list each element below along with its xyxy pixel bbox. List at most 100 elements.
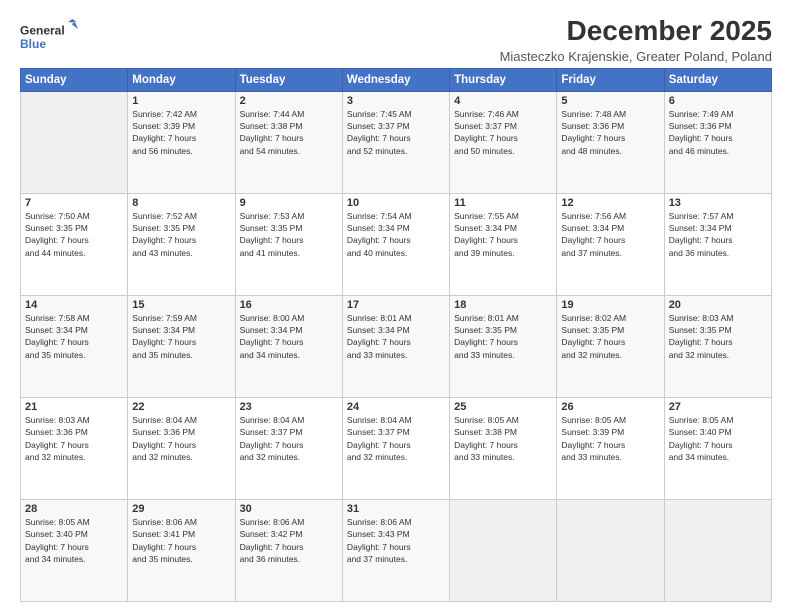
- location-title: Miasteczko Krajenskie, Greater Poland, P…: [500, 49, 772, 64]
- cell-content: Sunrise: 7:46 AM Sunset: 3:37 PM Dayligh…: [454, 108, 552, 157]
- cell-content: Sunrise: 7:45 AM Sunset: 3:37 PM Dayligh…: [347, 108, 445, 157]
- day-number: 8: [132, 197, 230, 209]
- cell-content: Sunrise: 8:01 AM Sunset: 3:34 PM Dayligh…: [347, 312, 445, 361]
- day-number: 24: [347, 401, 445, 413]
- cell-3-7: 20Sunrise: 8:03 AM Sunset: 3:35 PM Dayli…: [664, 295, 771, 397]
- svg-text:General: General: [20, 23, 65, 37]
- day-number: 10: [347, 197, 445, 209]
- cell-1-5: 4Sunrise: 7:46 AM Sunset: 3:37 PM Daylig…: [450, 91, 557, 193]
- day-number: 21: [25, 401, 123, 413]
- cell-content: Sunrise: 7:44 AM Sunset: 3:38 PM Dayligh…: [240, 108, 338, 157]
- cell-content: Sunrise: 8:02 AM Sunset: 3:35 PM Dayligh…: [561, 312, 659, 361]
- header-saturday: Saturday: [664, 68, 771, 91]
- cell-content: Sunrise: 8:00 AM Sunset: 3:34 PM Dayligh…: [240, 312, 338, 361]
- cell-5-3: 30Sunrise: 8:06 AM Sunset: 3:42 PM Dayli…: [235, 499, 342, 601]
- day-number: 16: [240, 299, 338, 311]
- cell-2-4: 10Sunrise: 7:54 AM Sunset: 3:34 PM Dayli…: [342, 193, 449, 295]
- cell-4-4: 24Sunrise: 8:04 AM Sunset: 3:37 PM Dayli…: [342, 397, 449, 499]
- cell-content: Sunrise: 8:05 AM Sunset: 3:39 PM Dayligh…: [561, 414, 659, 463]
- cell-3-1: 14Sunrise: 7:58 AM Sunset: 3:34 PM Dayli…: [21, 295, 128, 397]
- header: General Blue December 2025 Miasteczko Kr…: [20, 16, 772, 64]
- logo-svg: General Blue: [20, 16, 80, 56]
- cell-1-3: 2Sunrise: 7:44 AM Sunset: 3:38 PM Daylig…: [235, 91, 342, 193]
- cell-content: Sunrise: 7:53 AM Sunset: 3:35 PM Dayligh…: [240, 210, 338, 259]
- header-wednesday: Wednesday: [342, 68, 449, 91]
- cell-content: Sunrise: 7:56 AM Sunset: 3:34 PM Dayligh…: [561, 210, 659, 259]
- cell-content: Sunrise: 8:06 AM Sunset: 3:42 PM Dayligh…: [240, 516, 338, 565]
- cell-5-1: 28Sunrise: 8:05 AM Sunset: 3:40 PM Dayli…: [21, 499, 128, 601]
- cell-1-1: [21, 91, 128, 193]
- cell-3-5: 18Sunrise: 8:01 AM Sunset: 3:35 PM Dayli…: [450, 295, 557, 397]
- week-row-5: 28Sunrise: 8:05 AM Sunset: 3:40 PM Dayli…: [21, 499, 772, 601]
- cell-content: Sunrise: 8:01 AM Sunset: 3:35 PM Dayligh…: [454, 312, 552, 361]
- day-number: 11: [454, 197, 552, 209]
- day-number: 22: [132, 401, 230, 413]
- day-number: 29: [132, 503, 230, 515]
- cell-content: Sunrise: 8:05 AM Sunset: 3:40 PM Dayligh…: [25, 516, 123, 565]
- day-number: 5: [561, 95, 659, 107]
- cell-2-5: 11Sunrise: 7:55 AM Sunset: 3:34 PM Dayli…: [450, 193, 557, 295]
- logo: General Blue: [20, 16, 80, 56]
- month-title: December 2025: [500, 16, 772, 47]
- cell-2-2: 8Sunrise: 7:52 AM Sunset: 3:35 PM Daylig…: [128, 193, 235, 295]
- cell-5-5: [450, 499, 557, 601]
- cell-content: Sunrise: 7:55 AM Sunset: 3:34 PM Dayligh…: [454, 210, 552, 259]
- calendar-body: 1Sunrise: 7:42 AM Sunset: 3:39 PM Daylig…: [21, 91, 772, 601]
- cell-1-7: 6Sunrise: 7:49 AM Sunset: 3:36 PM Daylig…: [664, 91, 771, 193]
- header-friday: Friday: [557, 68, 664, 91]
- cell-3-2: 15Sunrise: 7:59 AM Sunset: 3:34 PM Dayli…: [128, 295, 235, 397]
- cell-content: Sunrise: 7:49 AM Sunset: 3:36 PM Dayligh…: [669, 108, 767, 157]
- day-number: 15: [132, 299, 230, 311]
- calendar-table: Sunday Monday Tuesday Wednesday Thursday…: [20, 68, 772, 602]
- cell-content: Sunrise: 8:06 AM Sunset: 3:43 PM Dayligh…: [347, 516, 445, 565]
- cell-content: Sunrise: 8:04 AM Sunset: 3:37 PM Dayligh…: [347, 414, 445, 463]
- cell-4-7: 27Sunrise: 8:05 AM Sunset: 3:40 PM Dayli…: [664, 397, 771, 499]
- cell-content: Sunrise: 8:05 AM Sunset: 3:40 PM Dayligh…: [669, 414, 767, 463]
- cell-3-3: 16Sunrise: 8:00 AM Sunset: 3:34 PM Dayli…: [235, 295, 342, 397]
- day-number: 31: [347, 503, 445, 515]
- cell-3-4: 17Sunrise: 8:01 AM Sunset: 3:34 PM Dayli…: [342, 295, 449, 397]
- day-number: 9: [240, 197, 338, 209]
- day-number: 13: [669, 197, 767, 209]
- header-thursday: Thursday: [450, 68, 557, 91]
- cell-2-7: 13Sunrise: 7:57 AM Sunset: 3:34 PM Dayli…: [664, 193, 771, 295]
- day-number: 4: [454, 95, 552, 107]
- day-number: 17: [347, 299, 445, 311]
- cell-5-4: 31Sunrise: 8:06 AM Sunset: 3:43 PM Dayli…: [342, 499, 449, 601]
- cell-2-3: 9Sunrise: 7:53 AM Sunset: 3:35 PM Daylig…: [235, 193, 342, 295]
- cell-1-4: 3Sunrise: 7:45 AM Sunset: 3:37 PM Daylig…: [342, 91, 449, 193]
- day-number: 18: [454, 299, 552, 311]
- day-number: 27: [669, 401, 767, 413]
- day-number: 1: [132, 95, 230, 107]
- day-number: 2: [240, 95, 338, 107]
- cell-4-3: 23Sunrise: 8:04 AM Sunset: 3:37 PM Dayli…: [235, 397, 342, 499]
- cell-2-6: 12Sunrise: 7:56 AM Sunset: 3:34 PM Dayli…: [557, 193, 664, 295]
- cell-content: Sunrise: 7:59 AM Sunset: 3:34 PM Dayligh…: [132, 312, 230, 361]
- day-number: 25: [454, 401, 552, 413]
- cell-content: Sunrise: 8:03 AM Sunset: 3:36 PM Dayligh…: [25, 414, 123, 463]
- cell-content: Sunrise: 7:48 AM Sunset: 3:36 PM Dayligh…: [561, 108, 659, 157]
- cell-content: Sunrise: 8:05 AM Sunset: 3:38 PM Dayligh…: [454, 414, 552, 463]
- cell-content: Sunrise: 7:50 AM Sunset: 3:35 PM Dayligh…: [25, 210, 123, 259]
- page: General Blue December 2025 Miasteczko Kr…: [0, 0, 792, 612]
- days-header-row: Sunday Monday Tuesday Wednesday Thursday…: [21, 68, 772, 91]
- day-number: 14: [25, 299, 123, 311]
- cell-1-6: 5Sunrise: 7:48 AM Sunset: 3:36 PM Daylig…: [557, 91, 664, 193]
- day-number: 23: [240, 401, 338, 413]
- cell-4-1: 21Sunrise: 8:03 AM Sunset: 3:36 PM Dayli…: [21, 397, 128, 499]
- cell-1-2: 1Sunrise: 7:42 AM Sunset: 3:39 PM Daylig…: [128, 91, 235, 193]
- day-number: 7: [25, 197, 123, 209]
- svg-text:Blue: Blue: [20, 37, 46, 51]
- cell-content: Sunrise: 7:42 AM Sunset: 3:39 PM Dayligh…: [132, 108, 230, 157]
- header-sunday: Sunday: [21, 68, 128, 91]
- cell-content: Sunrise: 8:03 AM Sunset: 3:35 PM Dayligh…: [669, 312, 767, 361]
- cell-4-6: 26Sunrise: 8:05 AM Sunset: 3:39 PM Dayli…: [557, 397, 664, 499]
- title-block: December 2025 Miasteczko Krajenskie, Gre…: [500, 16, 772, 64]
- day-number: 26: [561, 401, 659, 413]
- cell-5-7: [664, 499, 771, 601]
- cell-2-1: 7Sunrise: 7:50 AM Sunset: 3:35 PM Daylig…: [21, 193, 128, 295]
- day-number: 30: [240, 503, 338, 515]
- cell-content: Sunrise: 7:54 AM Sunset: 3:34 PM Dayligh…: [347, 210, 445, 259]
- cell-5-2: 29Sunrise: 8:06 AM Sunset: 3:41 PM Dayli…: [128, 499, 235, 601]
- header-monday: Monday: [128, 68, 235, 91]
